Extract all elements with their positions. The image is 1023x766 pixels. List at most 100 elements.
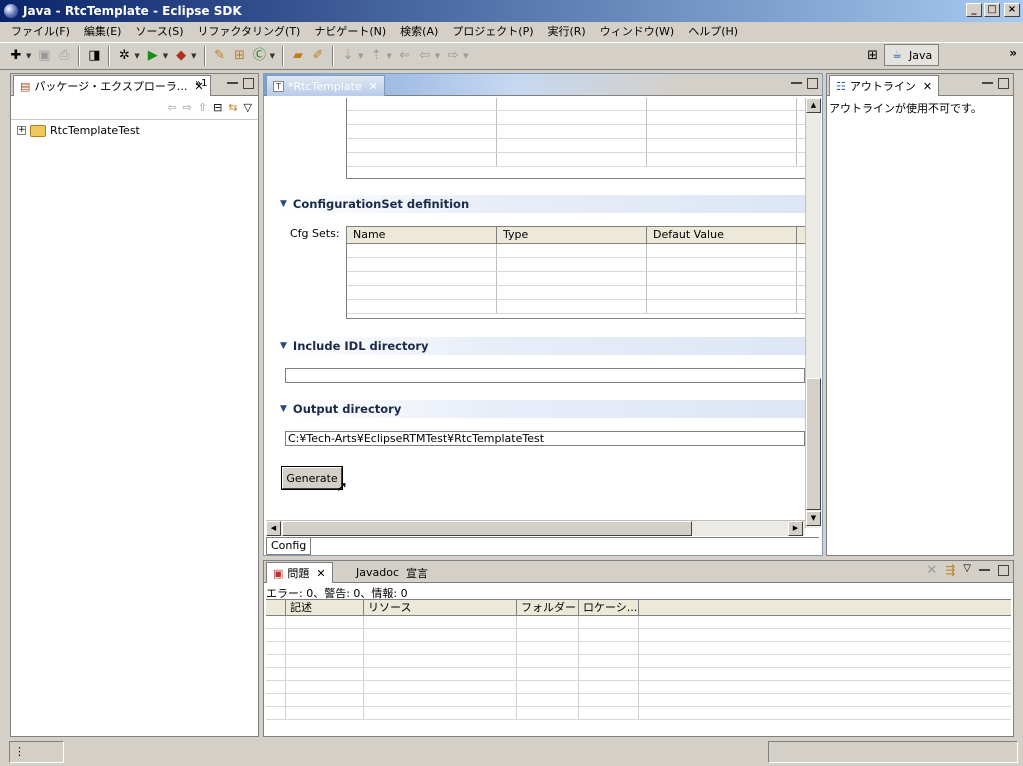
debug-icon[interactable]: ✲ xyxy=(116,48,132,64)
new-package-icon[interactable]: ⊞ xyxy=(232,48,248,64)
close-icon[interactable]: ✕ xyxy=(316,567,325,580)
column-description[interactable]: 記述 xyxy=(286,600,364,615)
column-type[interactable]: Type xyxy=(497,227,647,243)
tree-item-project[interactable]: + RtcTemplateTest xyxy=(17,124,140,137)
next-annotation-dropdown-icon[interactable]: ▼ xyxy=(358,52,363,60)
menu-project[interactable]: プロジェクト(P) xyxy=(445,23,540,39)
configset-section-header[interactable]: ▼ ConfigurationSet definition xyxy=(276,195,805,213)
output-dir-section-header[interactable]: ▼ Output directory xyxy=(276,400,805,418)
next-annotation-icon[interactable]: ⇣ xyxy=(340,48,356,64)
generate-button[interactable]: Generate xyxy=(281,466,343,490)
tab-outline[interactable]: ☷ アウトライン ✕ xyxy=(829,75,940,96)
view-overflow[interactable]: »1 xyxy=(195,78,207,89)
maximize-icon[interactable] xyxy=(807,78,818,89)
include-idl-input[interactable] xyxy=(285,368,805,383)
menu-refactor[interactable]: リファクタリング(T) xyxy=(190,23,307,39)
forward-dropdown-icon[interactable]: ▼ xyxy=(463,52,468,60)
last-edit-icon[interactable]: ⇐ xyxy=(397,48,413,64)
delete-icon[interactable]: ✕ xyxy=(926,563,937,578)
collapse-triangle-icon[interactable]: ▼ xyxy=(280,404,287,414)
menu-run[interactable]: 実行(R) xyxy=(541,23,593,39)
scroll-thumb[interactable] xyxy=(282,521,692,536)
scroll-down-icon[interactable]: ▼ xyxy=(806,511,821,526)
open-folder-icon[interactable]: ▰ xyxy=(290,48,306,64)
print-icon[interactable]: ⎙ xyxy=(56,48,72,64)
output-dir-input[interactable]: C:¥Tech-Arts¥EclipseRTMTest¥RtcTemplateT… xyxy=(285,431,805,446)
cfg-sets-table[interactable]: Name Type Defaut Value xyxy=(346,226,805,319)
tab-rtctemplate[interactable]: T *RtcTemplate ✕ xyxy=(266,75,385,96)
close-icon[interactable]: ✕ xyxy=(923,80,932,93)
menu-edit[interactable]: 編集(E) xyxy=(77,23,129,39)
column-name[interactable]: Name xyxy=(347,227,497,243)
save-icon[interactable]: ▣ xyxy=(36,48,52,64)
menu-navigate[interactable]: ナビゲート(N) xyxy=(307,23,393,39)
filter-icon[interactable]: ⇶ xyxy=(945,563,955,578)
minimize-icon[interactable] xyxy=(982,82,993,84)
partial-table-top[interactable] xyxy=(346,98,805,179)
new-class-icon[interactable]: Ⓒ xyxy=(252,48,268,64)
back-icon[interactable]: ⇦ xyxy=(167,101,176,114)
close-icon[interactable]: ✕ xyxy=(369,80,378,93)
open-perspective-icon[interactable]: ⊞ xyxy=(867,48,878,63)
menu-file[interactable]: ファイル(F) xyxy=(4,23,77,39)
tab-javadoc[interactable]: Javadoc xyxy=(350,562,405,583)
maximize-icon[interactable] xyxy=(243,78,254,89)
maximize-icon[interactable] xyxy=(998,78,1009,89)
up-icon[interactable]: ⇧ xyxy=(198,101,207,114)
collapse-triangle-icon[interactable]: ▼ xyxy=(280,341,287,351)
problems-table[interactable]: 記述 リソース フォルダー ロケーシ... xyxy=(266,599,1011,734)
run-icon[interactable]: ▶ xyxy=(145,48,161,64)
run-dropdown-icon[interactable]: ▼ xyxy=(163,52,168,60)
minimize-icon[interactable] xyxy=(227,82,238,84)
tab-problems[interactable]: ▣ 問題 ✕ xyxy=(266,562,333,583)
back-dropdown-icon[interactable]: ▼ xyxy=(435,52,440,60)
forward-icon[interactable]: ⇨ xyxy=(445,48,461,64)
scroll-thumb[interactable] xyxy=(806,378,821,510)
editor-vertical-scrollbar[interactable]: ▲ ▼ xyxy=(805,98,821,528)
new-java-project-icon[interactable]: ✎ xyxy=(212,48,228,64)
column-default-value[interactable]: Defaut Value xyxy=(647,227,797,243)
minimize-icon[interactable] xyxy=(979,569,990,571)
menu-source[interactable]: ソース(S) xyxy=(128,23,190,39)
include-idl-section-header[interactable]: ▼ Include IDL directory xyxy=(276,337,805,355)
view-menu-icon[interactable]: ▽ xyxy=(244,101,252,114)
tab-package-explorer[interactable]: ▤ パッケージ・エクスプローラ... ✕ xyxy=(13,75,211,96)
scroll-left-icon[interactable]: ◀ xyxy=(266,521,281,536)
debug-dropdown-icon[interactable]: ▼ xyxy=(134,52,139,60)
minimize-icon[interactable] xyxy=(791,82,802,84)
forward-icon[interactable]: ⇨ xyxy=(183,101,192,114)
new-dropdown-icon[interactable]: ▼ xyxy=(26,52,31,60)
collapse-triangle-icon[interactable]: ▼ xyxy=(280,199,287,209)
column-resource[interactable]: リソース xyxy=(364,600,517,615)
link-with-editor-icon[interactable]: ⇆ xyxy=(228,101,237,114)
tab-config[interactable]: Config xyxy=(266,538,312,555)
scroll-up-icon[interactable]: ▲ xyxy=(806,98,821,113)
open-type-icon[interactable]: ◨ xyxy=(86,48,102,64)
new-class-dropdown-icon[interactable]: ▼ xyxy=(270,52,275,60)
expand-icon[interactable]: + xyxy=(17,126,26,135)
menu-search[interactable]: 検索(A) xyxy=(393,23,445,39)
column-location[interactable]: ロケーシ... xyxy=(579,600,639,615)
scroll-right-icon[interactable]: ▶ xyxy=(788,521,803,536)
minimize-button[interactable]: _ xyxy=(966,3,982,17)
external-tools-dropdown-icon[interactable]: ▼ xyxy=(191,52,196,60)
prev-annotation-icon[interactable]: ⇡ xyxy=(368,48,384,64)
maximize-icon[interactable] xyxy=(998,565,1009,576)
menu-window[interactable]: ウィンドウ(W) xyxy=(593,23,681,39)
external-tools-icon[interactable]: ◆ xyxy=(173,48,189,64)
chevron-right-icon[interactable]: » xyxy=(1009,46,1017,60)
collapse-all-icon[interactable]: ⊟ xyxy=(213,101,222,114)
editor-horizontal-scrollbar[interactable]: ◀ ▶ xyxy=(266,520,805,536)
prev-annotation-dropdown-icon[interactable]: ▼ xyxy=(386,52,391,60)
tab-declaration[interactable]: 宣言 xyxy=(400,562,434,583)
column-severity[interactable] xyxy=(266,600,286,615)
maximize-button[interactable]: □ xyxy=(984,3,1000,17)
perspective-java-button[interactable]: ☕ Java xyxy=(884,44,939,66)
back-icon[interactable]: ⇦ xyxy=(417,48,433,64)
pen-icon[interactable]: ✐ xyxy=(310,48,326,64)
new-icon[interactable]: ✚ xyxy=(8,48,24,64)
column-folder[interactable]: フォルダー xyxy=(517,600,579,615)
view-menu-icon[interactable]: ▽ xyxy=(963,563,971,578)
menu-help[interactable]: ヘルプ(H) xyxy=(681,23,745,39)
close-button[interactable]: × xyxy=(1004,3,1020,17)
